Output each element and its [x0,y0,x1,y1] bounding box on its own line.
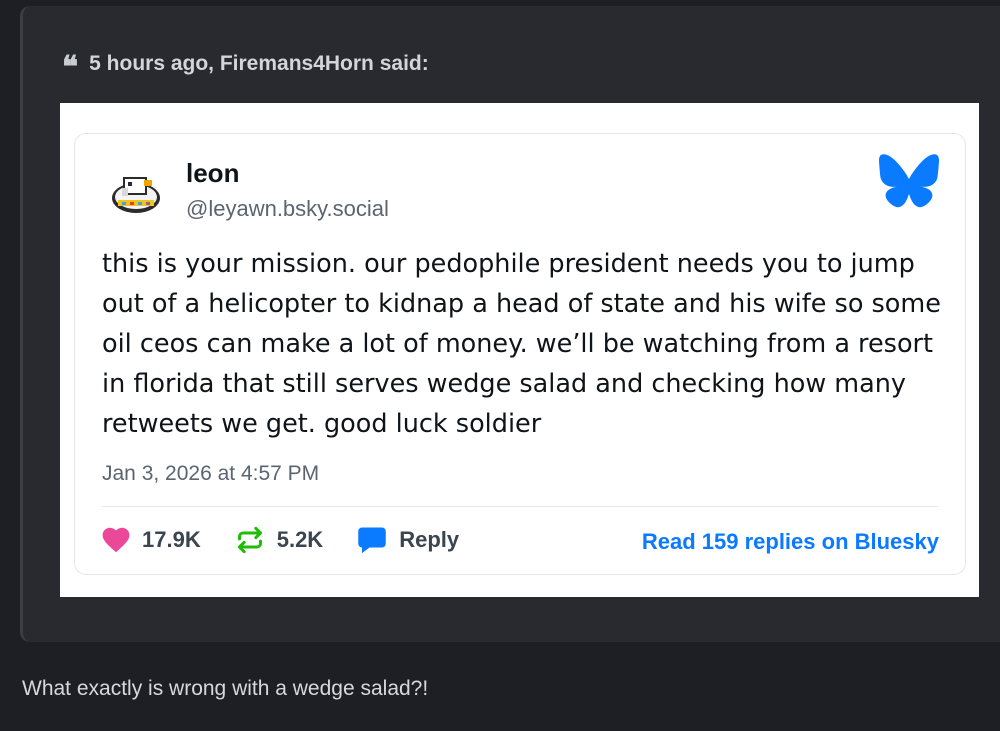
post-date[interactable]: Jan 3, 2026 at 4:57 PM [102,462,319,486]
divider [102,506,938,507]
repost-action[interactable]: 5.2K [235,526,323,554]
user-handle[interactable]: @leyawn.bsky.social [186,196,389,222]
reply-body-text: What exactly is wrong with a wedge salad… [22,677,429,700]
post-card[interactable]: leon @leyawn.bsky.social this is your mi… [74,133,966,575]
reply-action[interactable]: Reply [357,526,459,554]
display-name[interactable]: leon [186,158,239,189]
action-bar: 17.9K 5.2K Reply [102,526,493,554]
like-count: 17.9K [142,527,201,552]
quote-header: ❝ 5 hours ago, Firemans4Horn said: [62,45,429,83]
repost-icon [237,526,262,554]
like-action[interactable]: 17.9K [102,527,201,553]
quote-attribution[interactable]: 5 hours ago, Firemans4Horn said: [89,52,429,76]
speech-bubble-icon [358,527,386,554]
quote-icon: ❝ [62,50,78,85]
reply-label: Reply [399,527,460,552]
repost-count: 5.2K [276,527,324,552]
post-text: this is your mission. our pedophile pres… [102,249,941,439]
heart-icon [102,527,130,553]
bluesky-embed: leon @leyawn.bsky.social this is your mi… [60,103,979,597]
read-replies-link[interactable]: Read 159 replies on Bluesky [642,529,939,555]
avatar-icon[interactable] [108,164,164,220]
bluesky-butterfly-icon[interactable] [879,154,939,208]
